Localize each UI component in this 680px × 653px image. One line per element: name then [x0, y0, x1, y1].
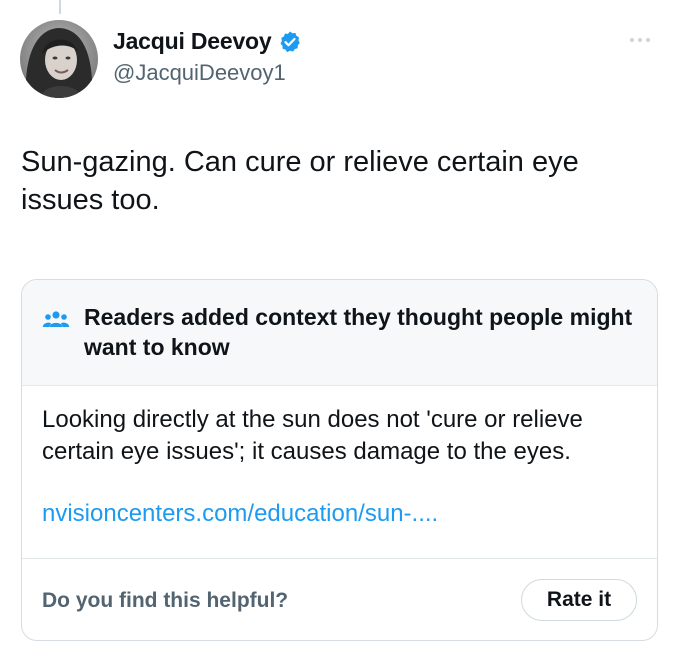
community-note-card: Readers added context they thought peopl…	[21, 279, 658, 641]
thread-connector-line	[59, 0, 61, 14]
community-note-body: Looking directly at the sun does not 'cu…	[42, 406, 583, 465]
community-note-header: Readers added context they thought peopl…	[22, 280, 657, 386]
tweet-text: Sun-gazing. Can cure or relieve certain …	[21, 146, 579, 216]
more-options-icon[interactable]	[624, 30, 656, 50]
community-note-footer: Do you find this helpful? Rate it	[22, 558, 657, 640]
readers-people-icon	[42, 310, 70, 330]
display-name[interactable]: Jacqui Deevoy	[113, 28, 272, 55]
author-name-row: Jacqui Deevoy	[113, 28, 302, 55]
rate-it-button[interactable]: Rate it	[521, 579, 637, 621]
avatar[interactable]	[20, 20, 98, 98]
verified-badge-icon[interactable]	[278, 30, 302, 54]
community-note-title: Readers added context they thought peopl…	[84, 304, 633, 360]
author-handle[interactable]: @JacquiDeevoy1	[113, 60, 286, 86]
helpful-question: Do you find this helpful?	[42, 589, 289, 612]
profile-photo-icon	[20, 20, 98, 98]
community-note-source-link[interactable]: nvisioncenters.com/education/sun-....	[42, 500, 438, 528]
